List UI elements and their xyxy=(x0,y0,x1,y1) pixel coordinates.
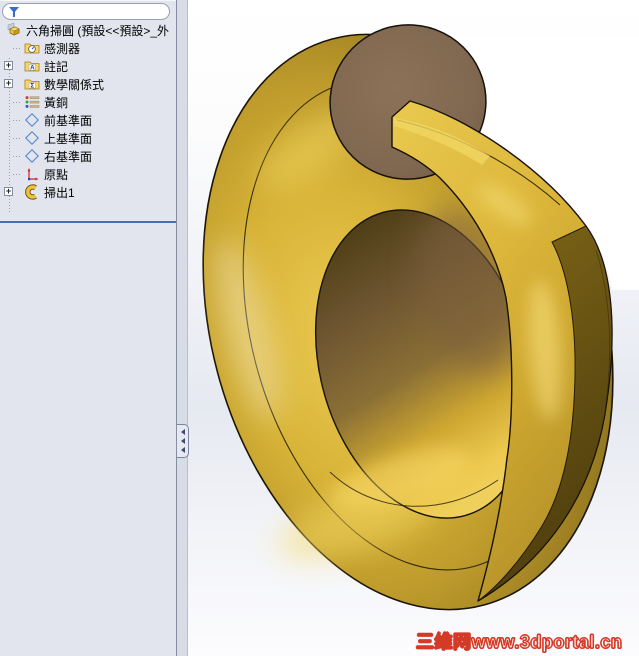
svg-text:Σ: Σ xyxy=(30,83,34,90)
sensors-folder-icon xyxy=(24,43,40,54)
triple-left-arrow-icon xyxy=(180,429,185,435)
tree-root-part[interactable]: 六角掃圓 (預設<<預設>_外 xyxy=(0,21,176,39)
filter-funnel-icon xyxy=(8,6,20,18)
tree-item-front-plane[interactable]: 前基準面 xyxy=(0,111,176,129)
panel-splitter[interactable] xyxy=(176,0,188,656)
expander-equations[interactable]: + xyxy=(4,79,13,88)
annotations-folder-icon: A xyxy=(24,61,40,72)
tree-separator-line xyxy=(0,221,176,223)
triple-left-arrow-icon xyxy=(180,447,185,453)
material-appearance-icon xyxy=(25,96,40,108)
feature-manager-panel: 六角掃圓 (預設<<預設>_外 感測器 + A 註記 + Σ 數學關係式 黃銅 … xyxy=(0,0,176,656)
tree-item-top-plane[interactable]: 上基準面 xyxy=(0,129,176,147)
tree-root-label: 六角掃圓 (預設<<預設>_外 xyxy=(26,23,170,38)
tree-item-origin[interactable]: 原點 xyxy=(0,165,176,183)
feature-tree: 六角掃圓 (預設<<預設>_外 感測器 + A 註記 + Σ 數學關係式 黃銅 … xyxy=(0,21,176,223)
panel-collapse-tab[interactable] xyxy=(177,424,189,458)
origin-icon xyxy=(27,168,39,181)
reference-plane-icon xyxy=(24,148,40,164)
filter-input[interactable] xyxy=(20,4,169,19)
tree-item-annotations[interactable]: + A 註記 xyxy=(0,57,176,75)
solidworks-window: 三维网www.3dportal.cn 六角掃圓 (預設<<預設>_外 感測器 +… xyxy=(0,0,639,656)
reference-plane-icon xyxy=(24,130,40,146)
part-icon xyxy=(7,22,20,36)
feature-tree-filter[interactable] xyxy=(2,3,170,20)
tree-item-sweep1[interactable]: + 掃出1 xyxy=(0,183,176,201)
tree-item-material[interactable]: 黃銅 xyxy=(0,93,176,111)
expander-sweep1[interactable]: + xyxy=(4,187,13,196)
equations-folder-icon: Σ xyxy=(24,79,40,90)
svg-text:A: A xyxy=(30,65,35,72)
watermark-text: 三维网www.3dportal.cn xyxy=(415,631,623,652)
tree-item-equations[interactable]: + Σ 數學關係式 xyxy=(0,75,176,93)
sweep-feature-icon xyxy=(25,184,37,200)
reference-plane-icon xyxy=(24,112,40,128)
tree-item-right-plane[interactable]: 右基準面 xyxy=(0,147,176,165)
triple-left-arrow-icon xyxy=(180,438,185,444)
expander-annotations[interactable]: + xyxy=(4,61,13,70)
tree-item-sensors[interactable]: 感測器 xyxy=(0,39,176,57)
